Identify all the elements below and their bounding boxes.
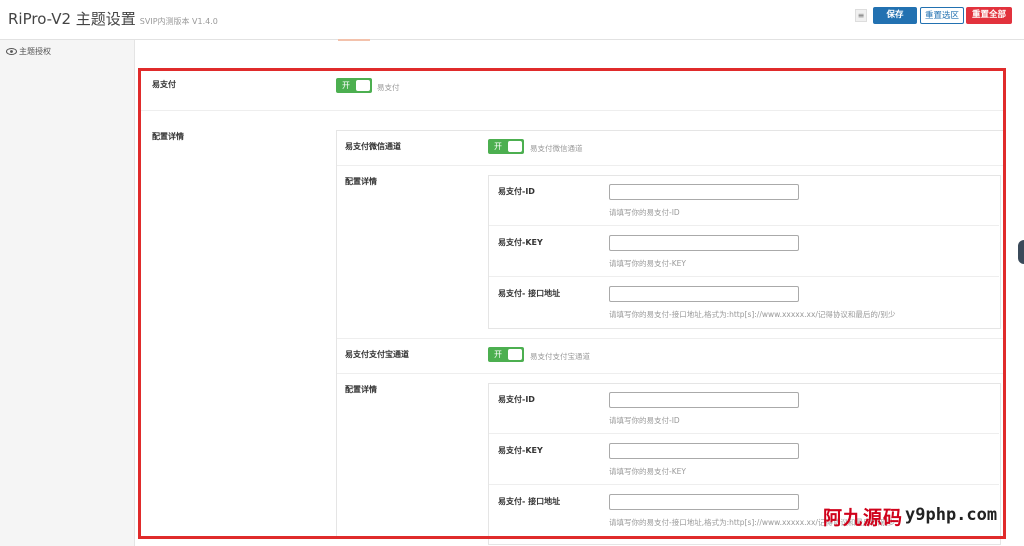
highlight-box <box>138 68 1006 539</box>
page-title-text: RiPro-V2 主题设置 <box>8 10 136 28</box>
watermark-en: y9php.com <box>905 505 998 525</box>
version-badge: SVIP内测版本 V1.4.0 <box>139 17 218 26</box>
sidebar: 主题授权 <box>0 40 135 546</box>
active-tab-indicator <box>338 39 370 41</box>
eye-icon <box>6 48 17 55</box>
reset-section-button[interactable]: 重置选区 <box>920 7 964 24</box>
top-bar: RiPro-V2 主题设置 SVIP内测版本 V1.4.0 ≡ 保存 重置选区 重… <box>0 0 1024 40</box>
sidebar-item-label: 主题授权 <box>19 47 51 56</box>
watermark-cn: 阿九源码 <box>823 507 904 529</box>
expand-icon[interactable]: ≡ <box>855 9 867 22</box>
scroll-handle[interactable] <box>1018 240 1024 264</box>
save-button[interactable]: 保存 <box>873 7 917 24</box>
page-title: RiPro-V2 主题设置 SVIP内测版本 V1.4.0 <box>8 8 218 29</box>
reset-all-button[interactable]: 重置全部 <box>966 7 1012 24</box>
sidebar-item-license[interactable]: 主题授权 <box>6 46 51 57</box>
